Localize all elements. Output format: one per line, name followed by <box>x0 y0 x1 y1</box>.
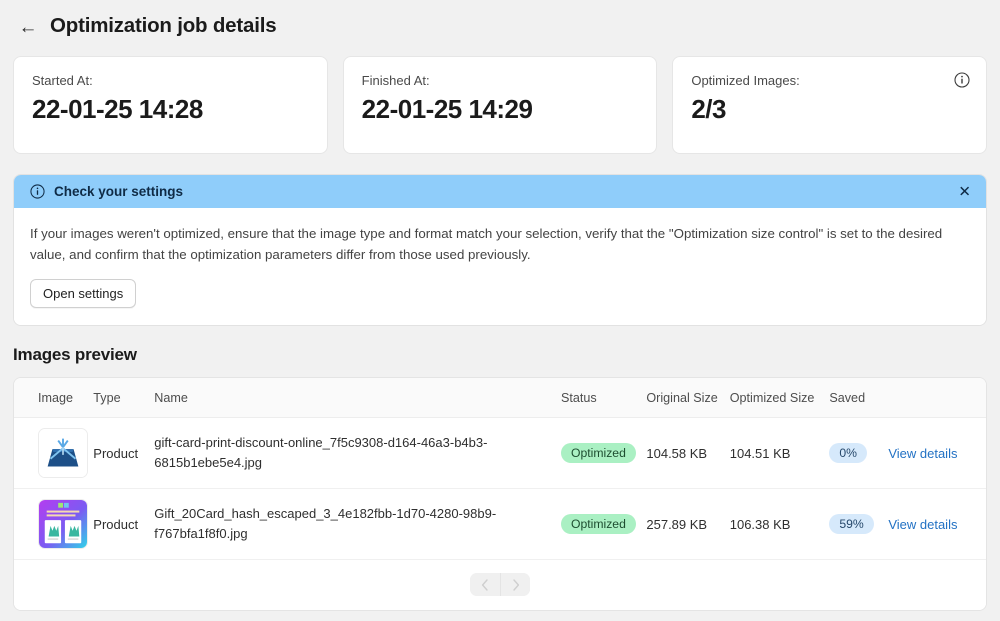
info-circle-icon <box>30 184 45 199</box>
table-head: Image Type Name Status Original Size Opt… <box>14 378 986 419</box>
column-header-name: Name <box>154 378 561 419</box>
stat-value-started-at: 22-01-25 14:28 <box>32 94 203 124</box>
stat-card-started-at: Started At: 22-01-25 14:28 <box>13 56 328 154</box>
optimization-job-details-page: ← Optimization job details Started At: 2… <box>0 0 1000 621</box>
cell-original-size: 257.89 KB <box>646 516 708 532</box>
pager-group <box>470 573 530 597</box>
column-header-type: Type <box>93 378 155 419</box>
images-preview-card: Image Type Name Status Original Size Opt… <box>13 377 987 612</box>
column-header-original-size: Original Size <box>646 378 730 419</box>
cell-original-size: 104.58 KB <box>646 445 708 461</box>
stat-label-optimized-images: Optimized Images: <box>691 73 800 88</box>
stat-value-finished-at: 22-01-25 14:29 <box>361 94 533 124</box>
images-preview-title: Images preview <box>13 345 137 365</box>
view-details-link[interactable]: View details <box>888 517 957 532</box>
stat-label-finished-at: Finished At: <box>361 73 430 88</box>
column-header-optimized-size: Optimized Size <box>729 378 830 419</box>
saved-badge: 0% <box>829 443 867 464</box>
page-title: Optimization job details <box>50 14 277 37</box>
table-row: Product Gift_20Card_hash_escaped_3_4e182… <box>14 488 986 561</box>
info-circle-icon[interactable] <box>954 72 970 88</box>
chevron-left-icon[interactable] <box>470 573 500 597</box>
open-settings-button[interactable]: Open settings <box>30 279 137 309</box>
saved-badge: 59% <box>829 514 874 535</box>
close-icon[interactable]: ✕ <box>958 184 971 199</box>
summary-cards: Started At: 22-01-25 14:28 Finished At: … <box>0 42 1000 154</box>
product-thumbnail-gradient-giftcard[interactable] <box>38 499 88 550</box>
stat-label-started-at: Started At: <box>32 73 93 88</box>
page-header: ← Optimization job details <box>0 0 1000 42</box>
table-body: Product gift-card-print-discount-online_… <box>14 417 986 561</box>
chevron-right-icon[interactable] <box>500 573 530 597</box>
back-arrow-icon[interactable]: ← <box>18 16 38 37</box>
images-preview-table: Image Type Name Status Original Size Opt… <box>14 378 986 561</box>
pagination <box>14 560 986 611</box>
cell-type: Product <box>93 417 155 490</box>
stat-card-optimized-images: Optimized Images: 2/3 <box>672 56 988 154</box>
view-details-link[interactable]: View details <box>888 446 957 461</box>
status-badge: Optimized <box>560 514 636 535</box>
column-header-saved: Saved <box>829 378 889 419</box>
cell-image <box>14 488 94 561</box>
product-thumbnail-blue-giftcard[interactable] <box>38 428 88 479</box>
cell-type: Product <box>93 488 155 561</box>
banner-title: Check your settings <box>54 184 184 199</box>
column-header-actions <box>888 378 986 419</box>
table-header-row: Image Type Name Status Original Size Opt… <box>14 378 986 419</box>
check-settings-banner: Check your settings ✕ If your images wer… <box>13 174 987 327</box>
banner-header: Check your settings ✕ <box>14 175 986 208</box>
banner-description: If your images weren't optimized, ensure… <box>30 226 943 262</box>
cell-name: Gift_20Card_hash_escaped_3_4e182fbb-1d70… <box>154 506 497 542</box>
cell-image <box>14 417 94 490</box>
cell-name: gift-card-print-discount-online_7f5c9308… <box>154 435 488 471</box>
stat-card-finished-at: Finished At: 22-01-25 14:29 <box>342 56 658 154</box>
cell-optimized-size: 104.51 KB <box>729 445 791 461</box>
status-badge: Optimized <box>560 443 636 464</box>
column-header-image: Image <box>14 378 94 419</box>
banner-body: If your images weren't optimized, ensure… <box>14 208 986 326</box>
table-row: Product gift-card-print-discount-online_… <box>14 417 986 490</box>
column-header-status: Status <box>560 378 647 419</box>
cell-optimized-size: 106.38 KB <box>729 516 791 532</box>
stat-value-optimized-images: 2/3 <box>691 94 726 124</box>
